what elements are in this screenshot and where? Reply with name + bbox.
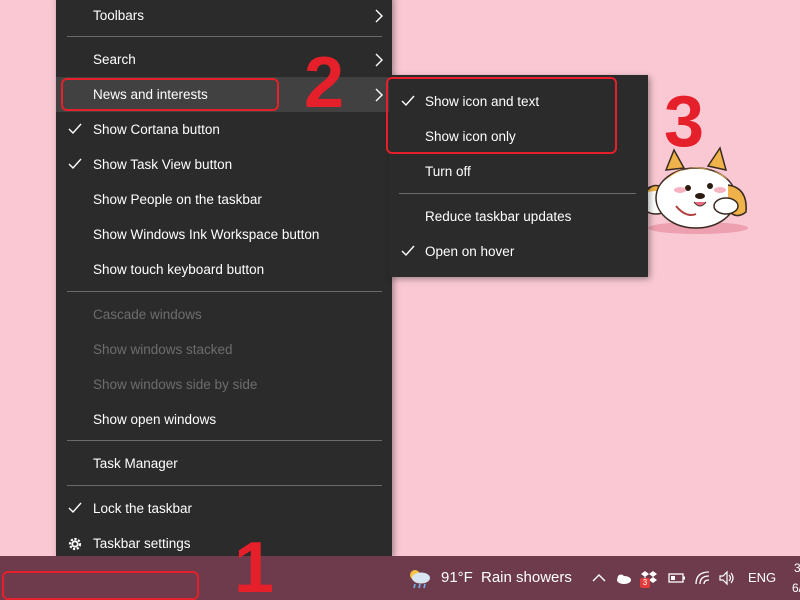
menu-item-show-task-view[interactable]: Show Task View button bbox=[56, 147, 392, 182]
menu-item-label: Cascade windows bbox=[93, 307, 202, 322]
menu-item-label: Toolbars bbox=[93, 8, 145, 23]
clock-date[interactable]: 6/ bbox=[792, 566, 800, 610]
menu-item-label: Lock the taskbar bbox=[93, 501, 193, 516]
submenu-item-label: Turn off bbox=[425, 164, 471, 179]
menu-item-label: Show Task View button bbox=[93, 157, 233, 172]
checkmark-icon bbox=[68, 123, 82, 135]
submenu-separator bbox=[399, 193, 636, 194]
battery-icon[interactable] bbox=[668, 569, 686, 587]
menu-item-label: Show windows side by side bbox=[93, 377, 258, 392]
volume-icon[interactable] bbox=[718, 569, 736, 587]
weather-rain-icon[interactable] bbox=[406, 567, 432, 589]
menu-item-show-open-windows[interactable]: Show open windows bbox=[56, 402, 392, 437]
menu-separator bbox=[67, 485, 382, 486]
step-number-1: 1 bbox=[234, 528, 275, 608]
chevron-up-icon[interactable] bbox=[590, 569, 608, 587]
menu-item-label: Show Windows Ink Workspace button bbox=[93, 227, 320, 242]
input-language-indicator[interactable]: ENG bbox=[748, 556, 776, 600]
menu-item-show-touch-keyboard[interactable]: Show touch keyboard button bbox=[56, 252, 392, 287]
submenu-item-label: Open on hover bbox=[425, 244, 515, 259]
menu-item-show-people[interactable]: Show People on the taskbar bbox=[56, 182, 392, 217]
checkmark-icon bbox=[401, 245, 415, 257]
weather-temperature[interactable]: 91°F bbox=[441, 556, 473, 600]
chevron-right-icon bbox=[375, 53, 383, 67]
submenu-item-label: Reduce taskbar updates bbox=[425, 209, 572, 224]
menu-item-label: Show touch keyboard button bbox=[93, 262, 265, 277]
chevron-right-icon bbox=[375, 88, 383, 102]
onedrive-cloud-icon[interactable] bbox=[614, 569, 632, 587]
submenu-item-reduce-updates[interactable]: Reduce taskbar updates bbox=[389, 199, 648, 234]
checkmark-icon bbox=[68, 502, 82, 514]
menu-separator bbox=[67, 291, 382, 292]
menu-item-label: Task Manager bbox=[93, 456, 178, 471]
menu-separator bbox=[67, 36, 382, 37]
menu-item-task-manager[interactable]: Task Manager bbox=[56, 446, 392, 481]
menu-item-toolbars[interactable]: Toolbars bbox=[56, 0, 392, 33]
menu-item-label: Show Cortana button bbox=[93, 122, 220, 137]
gear-icon bbox=[68, 537, 82, 551]
step-number-2: 2 bbox=[304, 43, 345, 123]
step-number-3: 3 bbox=[664, 82, 705, 162]
submenu-item-open-on-hover[interactable]: Open on hover bbox=[389, 234, 648, 269]
menu-item-label: Show People on the taskbar bbox=[93, 192, 262, 207]
highlight-taskbar-empty-area bbox=[2, 571, 199, 600]
menu-item-cascade-windows: Cascade windows bbox=[56, 297, 392, 332]
menu-item-label: Search bbox=[93, 52, 136, 67]
checkmark-icon bbox=[68, 158, 82, 170]
wifi-icon[interactable] bbox=[694, 569, 712, 587]
weather-condition[interactable]: Rain showers bbox=[481, 556, 572, 600]
menu-separator bbox=[67, 440, 382, 441]
highlight-news-and-interests bbox=[61, 78, 279, 111]
menu-item-show-side-by-side: Show windows side by side bbox=[56, 367, 392, 402]
submenu-item-turn-off[interactable]: Turn off bbox=[389, 154, 648, 189]
menu-item-label: Show windows stacked bbox=[93, 342, 233, 357]
menu-item-lock-taskbar[interactable]: Lock the taskbar bbox=[56, 491, 392, 526]
menu-item-show-ink-workspace[interactable]: Show Windows Ink Workspace button bbox=[56, 217, 392, 252]
highlight-show-icon-options bbox=[386, 77, 617, 154]
menu-item-show-stacked: Show windows stacked bbox=[56, 332, 392, 367]
chevron-right-icon bbox=[375, 9, 383, 23]
notification-badge: 3 bbox=[640, 578, 650, 588]
menu-item-label: Show open windows bbox=[93, 412, 217, 427]
